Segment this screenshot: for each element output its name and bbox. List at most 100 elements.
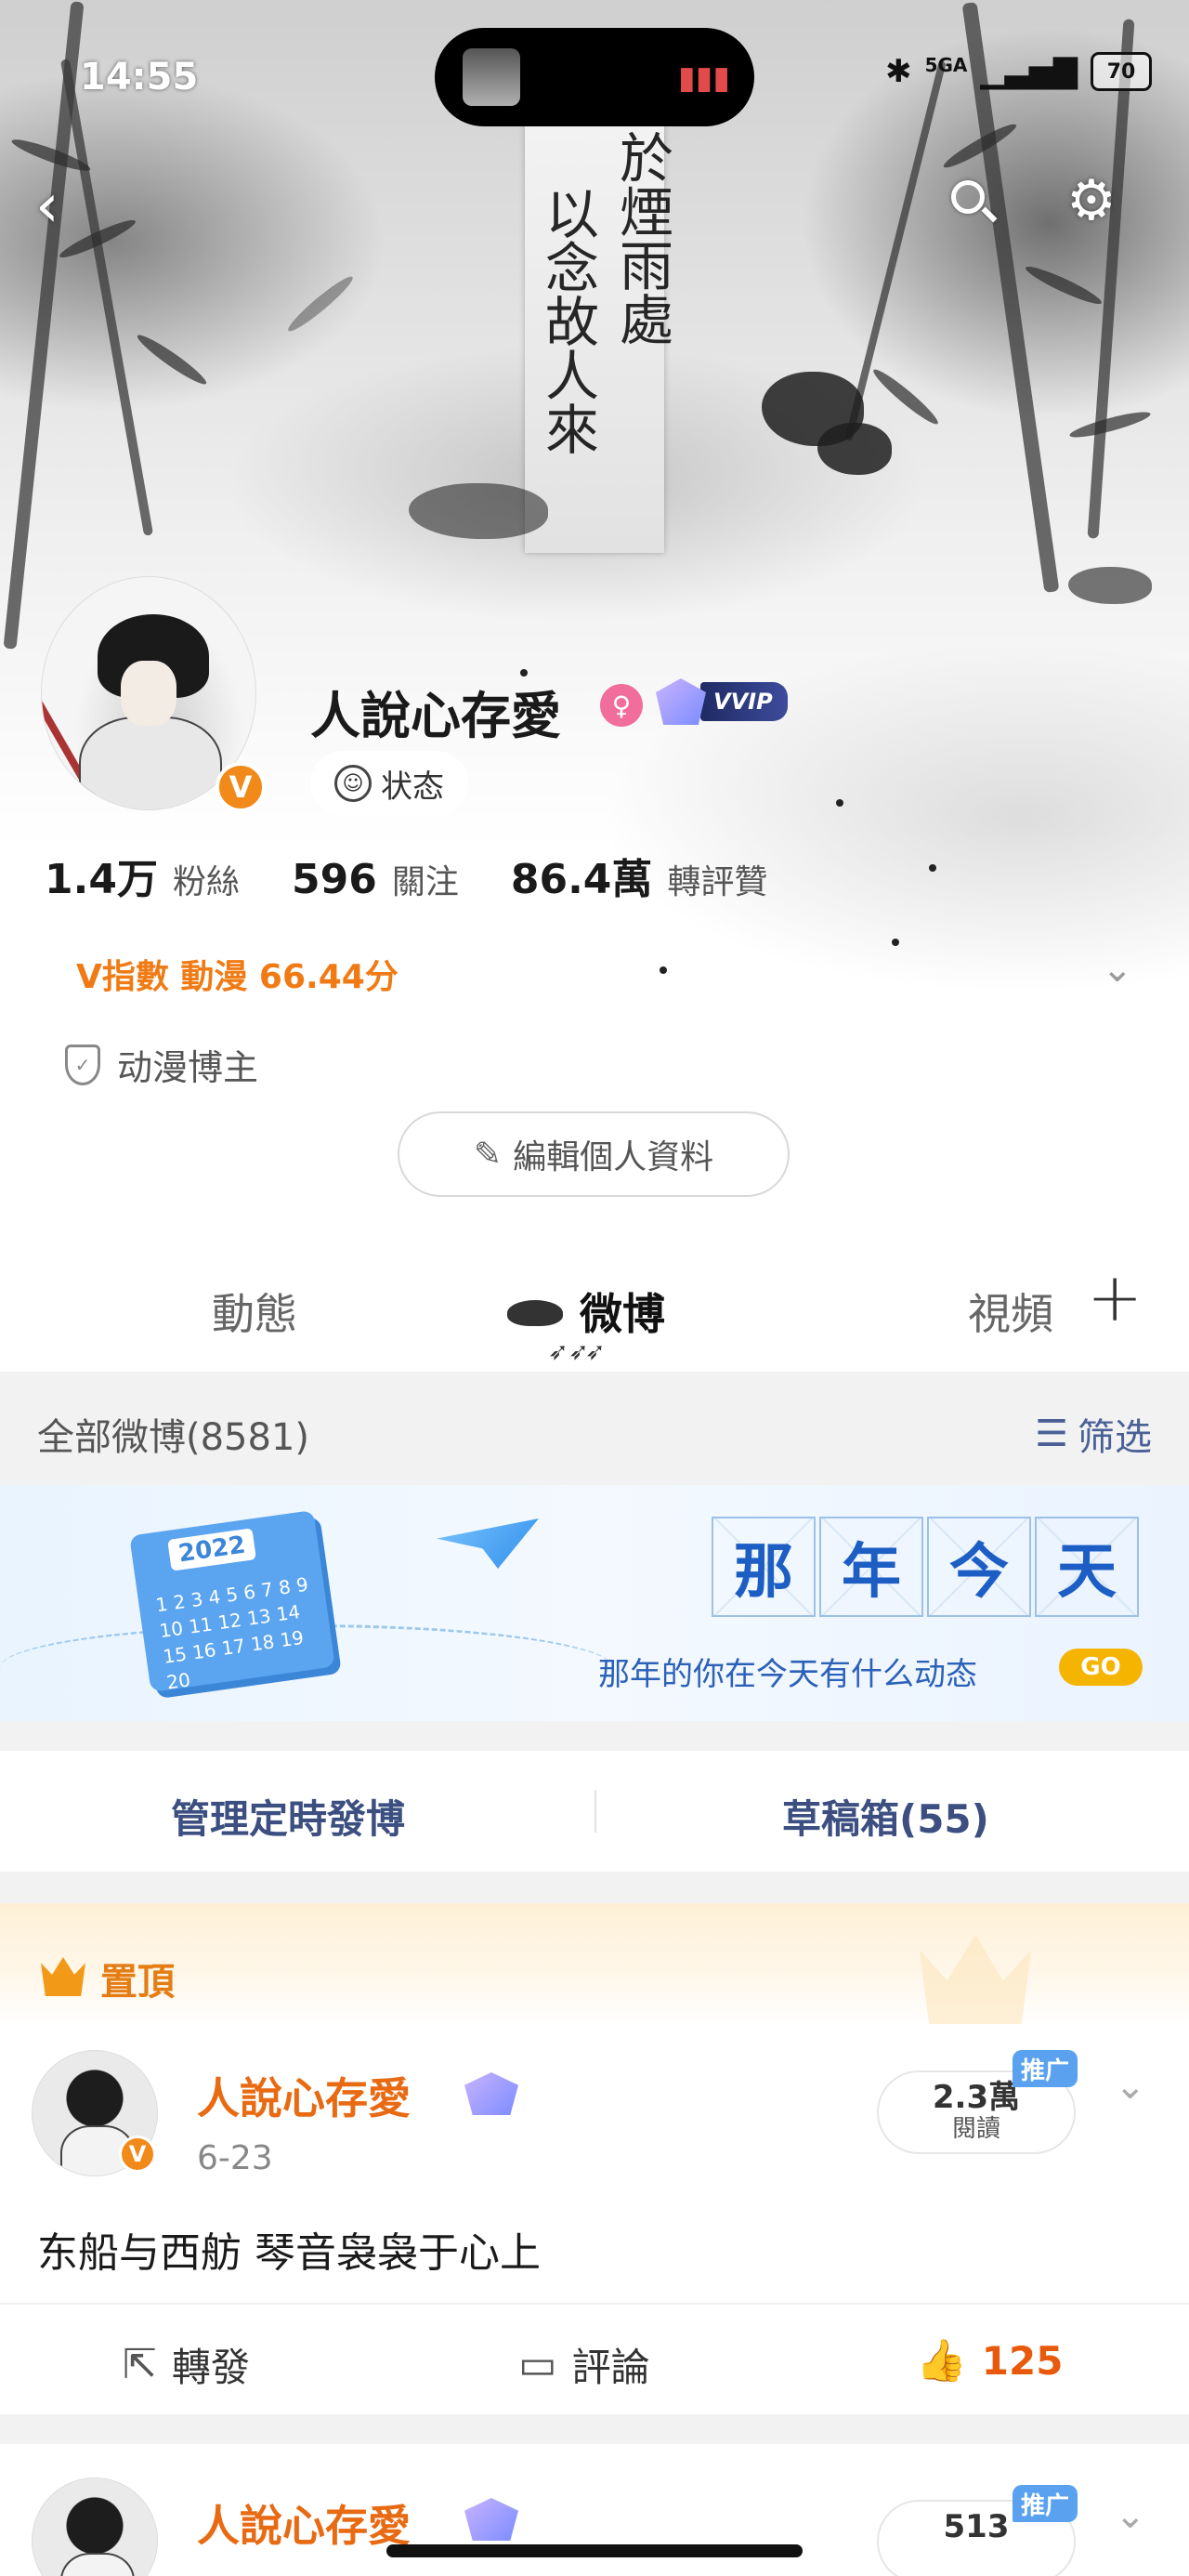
like-button[interactable]: 👍 125 xyxy=(916,2336,1063,2385)
lotus-icon xyxy=(507,1291,563,1332)
battery-indicator: 70 xyxy=(1091,52,1152,91)
weibo-post[interactable]: V 人說心存愛 6-23 2.3萬 閱讀 推广 ⌄ 东船与西舫 琴音袅袅于心上 … xyxy=(0,2024,1189,2414)
section-divider xyxy=(0,1872,1189,1903)
stat-label: 關注 xyxy=(391,863,459,901)
stat-interactions[interactable]: 86.4萬 轉評贊 xyxy=(511,846,768,905)
post-date: 6-23 xyxy=(197,2139,273,2177)
calligraphy-line-1: 於煙雨處 xyxy=(610,130,673,346)
comment-button[interactable]: ▭ 評論 xyxy=(518,2336,650,2393)
avatar-body xyxy=(79,716,222,809)
drafts-button[interactable]: 草稿箱(55) xyxy=(782,1788,989,1845)
banner-title-char: 今 xyxy=(927,1517,1031,1617)
chevron-down-icon[interactable]: ⌄ xyxy=(1102,948,1133,991)
ink-dot xyxy=(929,864,936,872)
gear-icon[interactable]: ⚙ xyxy=(1066,173,1117,229)
dynamic-island[interactable]: ▮▮▮ xyxy=(435,28,754,126)
pinned-header: 置頂 xyxy=(0,1903,1189,2037)
tab-weibo-label: 微博 xyxy=(580,1289,665,1339)
blogger-category[interactable]: ✓ 动漫博主 xyxy=(65,1039,258,1090)
back-arrow-icon[interactable]: ‹ xyxy=(35,177,59,236)
banner-title-char: 年 xyxy=(819,1517,923,1617)
search-icon-ring xyxy=(951,180,985,214)
post-avatar[interactable] xyxy=(32,2477,158,2576)
banner-subtitle: 那年的你在今天有什么动态 xyxy=(598,1656,977,1693)
vvip-crown-icon xyxy=(656,678,706,725)
crown-watermark-icon xyxy=(920,1935,1031,2037)
status-icons: ✱ 5GA ▁▃▅▇ 70 xyxy=(885,52,1152,91)
banner-title-char: 那 xyxy=(712,1517,816,1617)
comment-label: 評論 xyxy=(571,2345,650,2390)
share-icon: ⇱ xyxy=(123,2341,157,2388)
tab-video[interactable]: 視頻 xyxy=(968,1281,1053,1342)
chevron-down-icon[interactable]: ⌄ xyxy=(1115,2065,1146,2108)
edit-profile-button[interactable]: ✎ 編輯個人資料 xyxy=(398,1111,790,1197)
bamboo-leaf xyxy=(1023,261,1104,309)
pinned-label: 置頂 xyxy=(100,1961,175,2004)
stat-value: 596 xyxy=(291,856,377,903)
post-text: 东船与西舫 琴音袅袅于心上 xyxy=(37,2229,541,2277)
ink-dot xyxy=(660,966,667,974)
search-icon[interactable] xyxy=(947,177,1000,229)
status-button[interactable]: ☺ 状态 xyxy=(310,751,468,816)
paper-plane-icon xyxy=(437,1518,539,1569)
avatar-face xyxy=(121,661,176,726)
post-username[interactable]: 人說心存愛 xyxy=(197,2065,411,2126)
promote-tag[interactable]: 推广 xyxy=(1013,2050,1078,2087)
stat-value: 86.4萬 xyxy=(510,856,653,903)
network-type: 5GA xyxy=(924,54,968,76)
category-label: 动漫博主 xyxy=(117,1047,259,1088)
home-indicator[interactable] xyxy=(386,2544,803,2557)
stat-label: 粉絲 xyxy=(172,863,240,901)
filter-button[interactable]: ☰ 筛选 xyxy=(1035,1407,1152,1461)
post-actions: ⇱ 轉發 ▭ 評論 👍 125 xyxy=(0,2303,1189,2416)
v-index-link[interactable]: V指數 動漫 66.44分 xyxy=(76,950,399,998)
manage-row: 管理定時發博 草稿箱(55) xyxy=(0,1751,1189,1872)
calendar-numbers: 1 2 3 4 5 6 7 8 9 10 11 12 13 14 15 16 1… xyxy=(154,1572,310,1694)
post-avatar-body xyxy=(60,2553,135,2576)
calendar-icon: 2022 1 2 3 4 5 6 7 8 9 10 11 12 13 14 15… xyxy=(129,1509,335,1694)
vvip-badge[interactable]: VVIP xyxy=(656,678,788,725)
shield-icon: ✓ xyxy=(65,1044,100,1085)
stat-label: 轉評贊 xyxy=(667,863,768,901)
smiley-add-icon: ☺ xyxy=(334,765,372,802)
banner-title: 那 年 今 天 xyxy=(712,1517,1143,1617)
status-time: 14:55 xyxy=(80,56,199,99)
chevron-down-icon[interactable]: ⌄ xyxy=(1115,2494,1146,2537)
signal-icon: ▁▃▅▇ xyxy=(980,53,1078,90)
bamboo-leaf xyxy=(869,364,942,429)
thumbs-up-icon: 👍 xyxy=(916,2337,967,2385)
tab-weibo[interactable]: 微博 xyxy=(507,1281,665,1342)
bamboo-leaf xyxy=(134,330,210,389)
all-weibo-count: 全部微博(8581) xyxy=(37,1416,310,1459)
search-icon-handle xyxy=(981,206,998,223)
stat-followers[interactable]: 1.4万 粉絲 xyxy=(45,846,240,905)
tab-dynamics[interactable]: 動態 xyxy=(212,1281,297,1342)
repost-label: 轉發 xyxy=(171,2345,250,2390)
post-username[interactable]: 人說心存愛 xyxy=(197,2492,411,2554)
comment-icon: ▭ xyxy=(518,2341,557,2388)
promote-tag[interactable]: 推广 xyxy=(1013,2485,1078,2522)
bamboo-leaf xyxy=(1067,407,1153,442)
banner-title-char: 天 xyxy=(1035,1517,1139,1617)
repost-button[interactable]: ⇱ 轉發 xyxy=(123,2336,250,2393)
on-this-day-banner[interactable]: 2022 1 2 3 4 5 6 7 8 9 10 11 12 13 14 15… xyxy=(0,1485,1189,1721)
filter-label: 筛选 xyxy=(1078,1416,1152,1459)
bamboo-leaf xyxy=(284,271,357,336)
stat-following[interactable]: 596 關注 xyxy=(292,855,459,903)
like-count: 125 xyxy=(981,2337,1064,2384)
vvip-crown-icon xyxy=(464,2498,518,2541)
verified-badge-icon: V xyxy=(119,2136,156,2173)
filter-bar: 全部微博(8581) ☰ 筛选 xyxy=(0,1372,1189,1485)
scheduled-posts-button[interactable]: 管理定時發博 xyxy=(171,1788,405,1845)
add-tab-icon[interactable]: + xyxy=(1087,1258,1143,1336)
go-button[interactable]: GO xyxy=(1059,1649,1143,1686)
ink-dot xyxy=(836,799,843,807)
profile-username: 人說心存愛 xyxy=(310,687,561,745)
manage-divider xyxy=(594,1790,596,1833)
active-tab-indicator: ➶ ➶➶ xyxy=(548,1338,606,1366)
stat-value: 1.4万 xyxy=(45,856,158,903)
profile-stats: 1.4万 粉絲 596 關注 86.4萬 轉評贊 xyxy=(45,846,819,905)
lotus-leaf xyxy=(817,423,892,475)
status-label: 状态 xyxy=(381,768,444,806)
verified-badge-icon: V xyxy=(216,762,266,812)
